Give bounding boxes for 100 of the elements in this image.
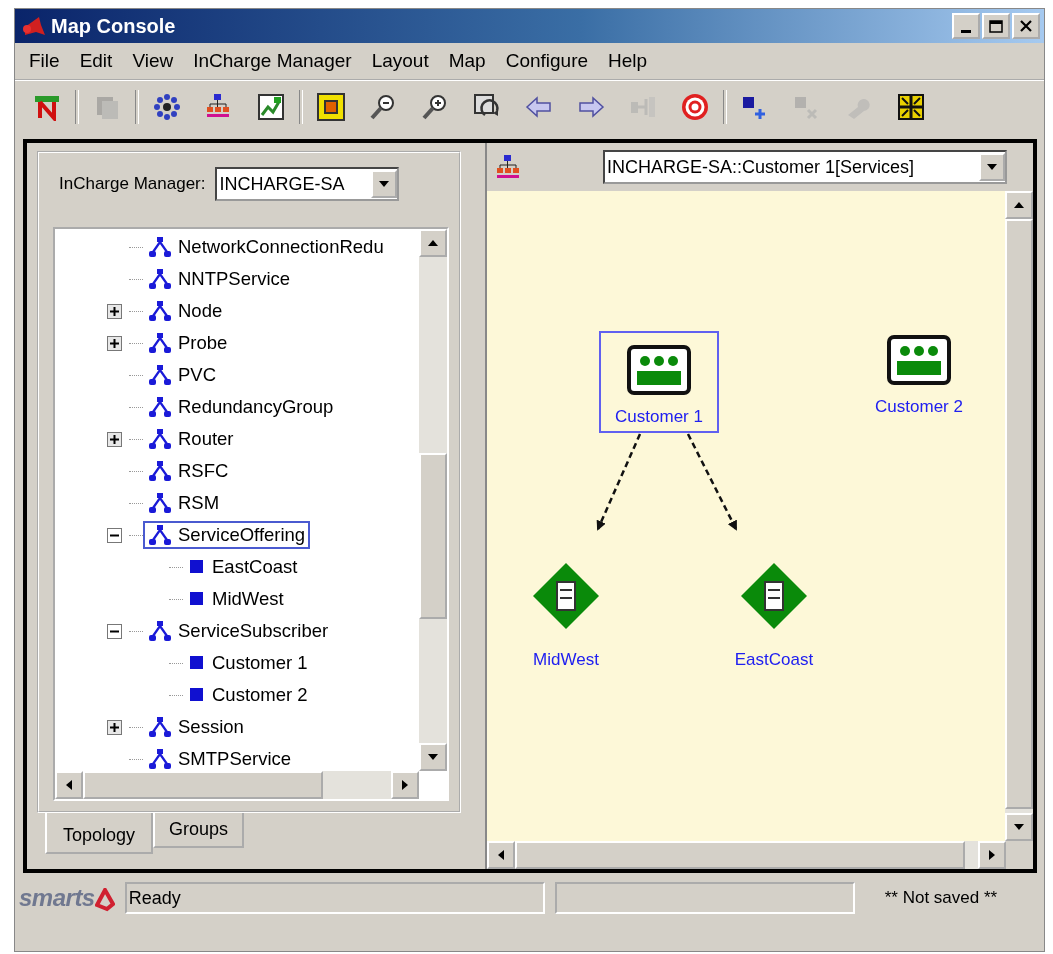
tree-item[interactable]: MidWest: [183, 585, 289, 613]
hierarchy-icon: [148, 492, 172, 514]
expand-icon[interactable]: [107, 431, 122, 447]
hierarchy-icon: [148, 620, 172, 642]
toolbar-button[interactable]: [151, 91, 183, 123]
tree-item[interactable]: RSFC: [143, 457, 234, 485]
logo-mark-icon: [94, 888, 115, 912]
menu-item[interactable]: Map: [438, 50, 496, 72]
menu-item[interactable]: Layout: [361, 50, 439, 72]
expand-icon[interactable]: [107, 335, 122, 351]
scroll-left-button[interactable]: [487, 841, 515, 869]
collapse-icon[interactable]: [107, 527, 122, 543]
tree-item[interactable]: EastCoast: [183, 553, 303, 581]
expand-icon[interactable]: [107, 303, 122, 319]
menu-item[interactable]: View: [122, 50, 184, 72]
up-arrow-icon: [428, 240, 438, 246]
scroll-down-button[interactable]: [419, 743, 447, 771]
collapse-icon[interactable]: [107, 623, 122, 639]
tree-item[interactable]: Node: [143, 297, 228, 325]
up-arrow-icon: [1014, 202, 1024, 208]
fit-icon: [897, 93, 925, 121]
vertical-scrollbar[interactable]: [419, 229, 447, 771]
hierarchy-icon: [148, 268, 172, 290]
tree-item[interactable]: NNTPService: [143, 265, 296, 293]
tree-item[interactable]: PVC: [143, 361, 222, 389]
hierarchy-icon: [148, 748, 172, 770]
node-label: Customer 2: [875, 397, 963, 417]
close-icon: [1020, 20, 1032, 32]
hierarchy-icon: [148, 428, 172, 450]
scroll-right-button[interactable]: [978, 841, 1006, 869]
scroll-left-button[interactable]: [55, 771, 83, 799]
hierarchy-icon: [148, 524, 172, 546]
scroll-up-button[interactable]: [419, 229, 447, 257]
hierarchy-icon: [148, 300, 172, 322]
tree-item[interactable]: ServiceOffering: [143, 521, 311, 549]
scroll-down-button[interactable]: [1005, 813, 1033, 841]
scroll-right-button[interactable]: [391, 771, 419, 799]
hierarchy-icon: [148, 236, 172, 258]
diamond-icon[interactable]: [740, 562, 808, 630]
menu-item[interactable]: Help: [598, 50, 658, 72]
down-arrow-icon: [379, 181, 390, 187]
manager-dropdown[interactable]: INCHARGE-SA: [215, 167, 400, 201]
tab[interactable]: Groups: [153, 813, 245, 848]
tree-item[interactable]: RSM: [143, 489, 225, 517]
target-icon: [681, 93, 709, 121]
people-icon[interactable]: [887, 335, 951, 385]
scroll-thumb[interactable]: [419, 453, 447, 619]
app-icon: [21, 15, 45, 37]
minimize-button[interactable]: [952, 13, 980, 39]
tree-item[interactable]: Session: [143, 713, 249, 741]
down-arrow-icon: [987, 164, 997, 170]
expand-icon[interactable]: [107, 719, 122, 735]
tree-item[interactable]: Probe: [143, 329, 233, 357]
tree-item[interactable]: ServiceSubscriber: [143, 617, 334, 645]
left-arrow-icon: [498, 850, 504, 860]
dropdown-button[interactable]: [371, 170, 398, 198]
window-title: Map Console: [51, 14, 177, 38]
toolbar-button[interactable]: [895, 91, 927, 123]
scroll-up-button[interactable]: [1005, 191, 1033, 219]
zoom-out-icon: [369, 93, 397, 121]
tree-item[interactable]: RedundancyGroup: [143, 393, 339, 421]
square-icon: [188, 687, 206, 703]
square-icon: [188, 591, 206, 607]
zoom-in-icon: [421, 93, 449, 121]
menu-item[interactable]: Edit: [69, 50, 123, 72]
node-label: MidWest: [533, 650, 599, 670]
tree-item[interactable]: Customer 2: [183, 681, 313, 709]
chart-icon: [257, 93, 285, 121]
tree-item[interactable]: NetworkConnectionRedu: [143, 233, 389, 261]
field-label: InCharge Manager:: [59, 174, 206, 194]
hierarchy-icon: [148, 396, 172, 418]
toolbar-button[interactable]: [255, 91, 287, 123]
frame-icon: [317, 93, 345, 121]
menu-item[interactable]: File: [19, 50, 70, 72]
node-label: EastCoast: [734, 650, 814, 670]
tab[interactable]: Topology: [45, 813, 154, 854]
view-dropdown[interactable]: INCHARGE-SA::Customer 1[Services]: [603, 150, 1007, 184]
left-arrow-icon: [66, 780, 72, 790]
toolbar-button[interactable]: [315, 91, 347, 123]
square-icon: [188, 559, 206, 575]
selection-box[interactable]: Customer 1: [599, 331, 719, 433]
cluster-icon: [153, 93, 181, 121]
scroll-thumb[interactable]: [83, 771, 323, 799]
minimize-icon: [961, 29, 971, 33]
dropdown-button[interactable]: [979, 153, 1005, 181]
hierarchy-icon: [148, 460, 172, 482]
maximize-icon: [989, 19, 1003, 33]
close-button[interactable]: [1012, 13, 1040, 39]
tree-item[interactable]: Customer 1: [183, 649, 313, 677]
menu-item[interactable]: InCharge Manager: [183, 50, 362, 72]
menu-item[interactable]: Configure: [495, 50, 599, 72]
tree-item[interactable]: SMTPService: [143, 745, 297, 771]
horizontal-scrollbar[interactable]: [55, 771, 419, 799]
right-arrow-icon: [402, 780, 408, 790]
diamond-icon[interactable]: [532, 562, 600, 630]
square-icon: [188, 655, 206, 671]
maximize-button[interactable]: [982, 13, 1010, 39]
right-arrow-icon: [989, 850, 995, 860]
people-icon[interactable]: [627, 345, 691, 395]
tree-item[interactable]: Router: [143, 425, 239, 453]
